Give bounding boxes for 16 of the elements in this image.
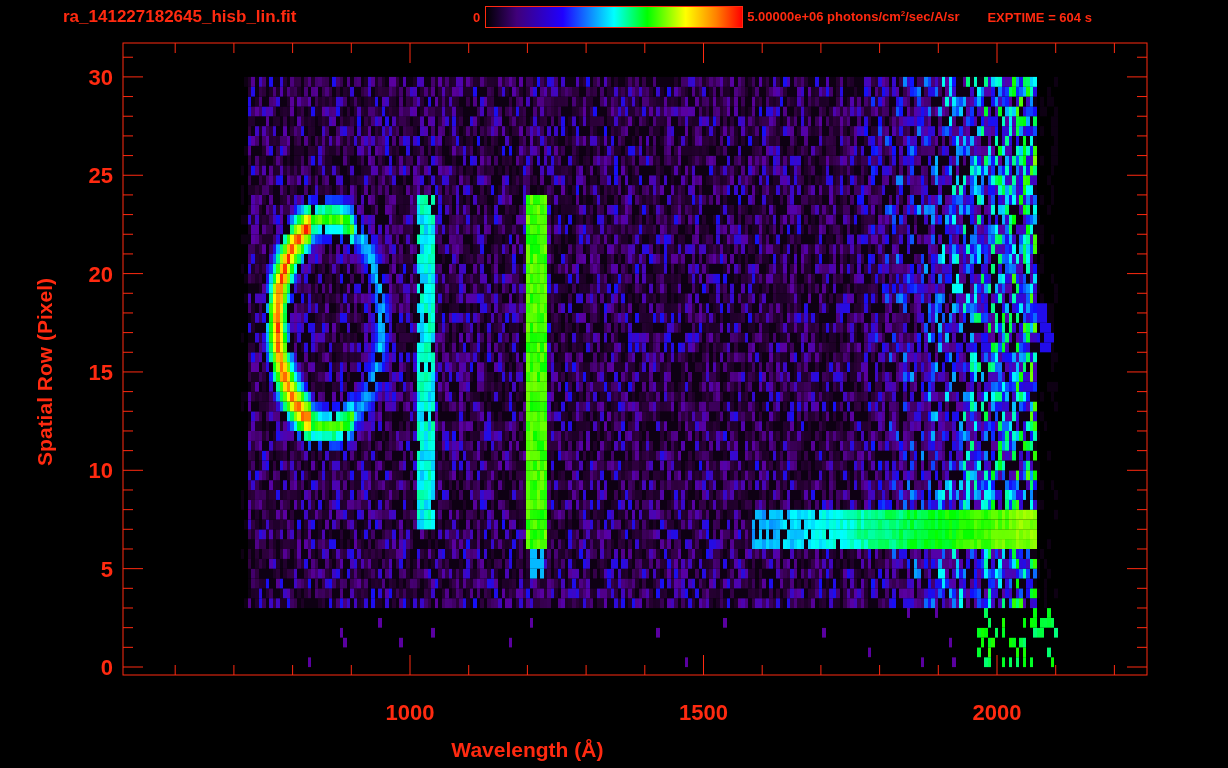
file-title: ra_141227182645_hisb_lin.fit <box>63 7 298 27</box>
x-tick-label: 1000 <box>385 700 435 725</box>
y-tick-label: 20 <box>88 261 113 287</box>
x-tick-label: 2000 <box>972 700 1022 725</box>
y-tick-label: 30 <box>88 64 113 90</box>
y-tick-label: 10 <box>88 458 113 484</box>
colorbar-min-label: 0 <box>473 9 481 25</box>
y-tick-label: 15 <box>88 359 113 385</box>
y-axis-title: Spatial Row (Pixel) <box>33 278 56 466</box>
exposure-time: EXPTIME = 604 s <box>987 9 1092 25</box>
y-tick-label: 25 <box>88 163 113 189</box>
colorbar-max-label: 5.00000e+06 photons/cm$^{2}$/sec/A/sr <box>747 9 960 25</box>
y-tick-label: 0 <box>100 655 113 680</box>
y-tick-label: 5 <box>100 556 113 582</box>
x-axis-title: Wavelength (Å) <box>451 738 604 761</box>
x-tick-label: 1500 <box>679 700 728 725</box>
